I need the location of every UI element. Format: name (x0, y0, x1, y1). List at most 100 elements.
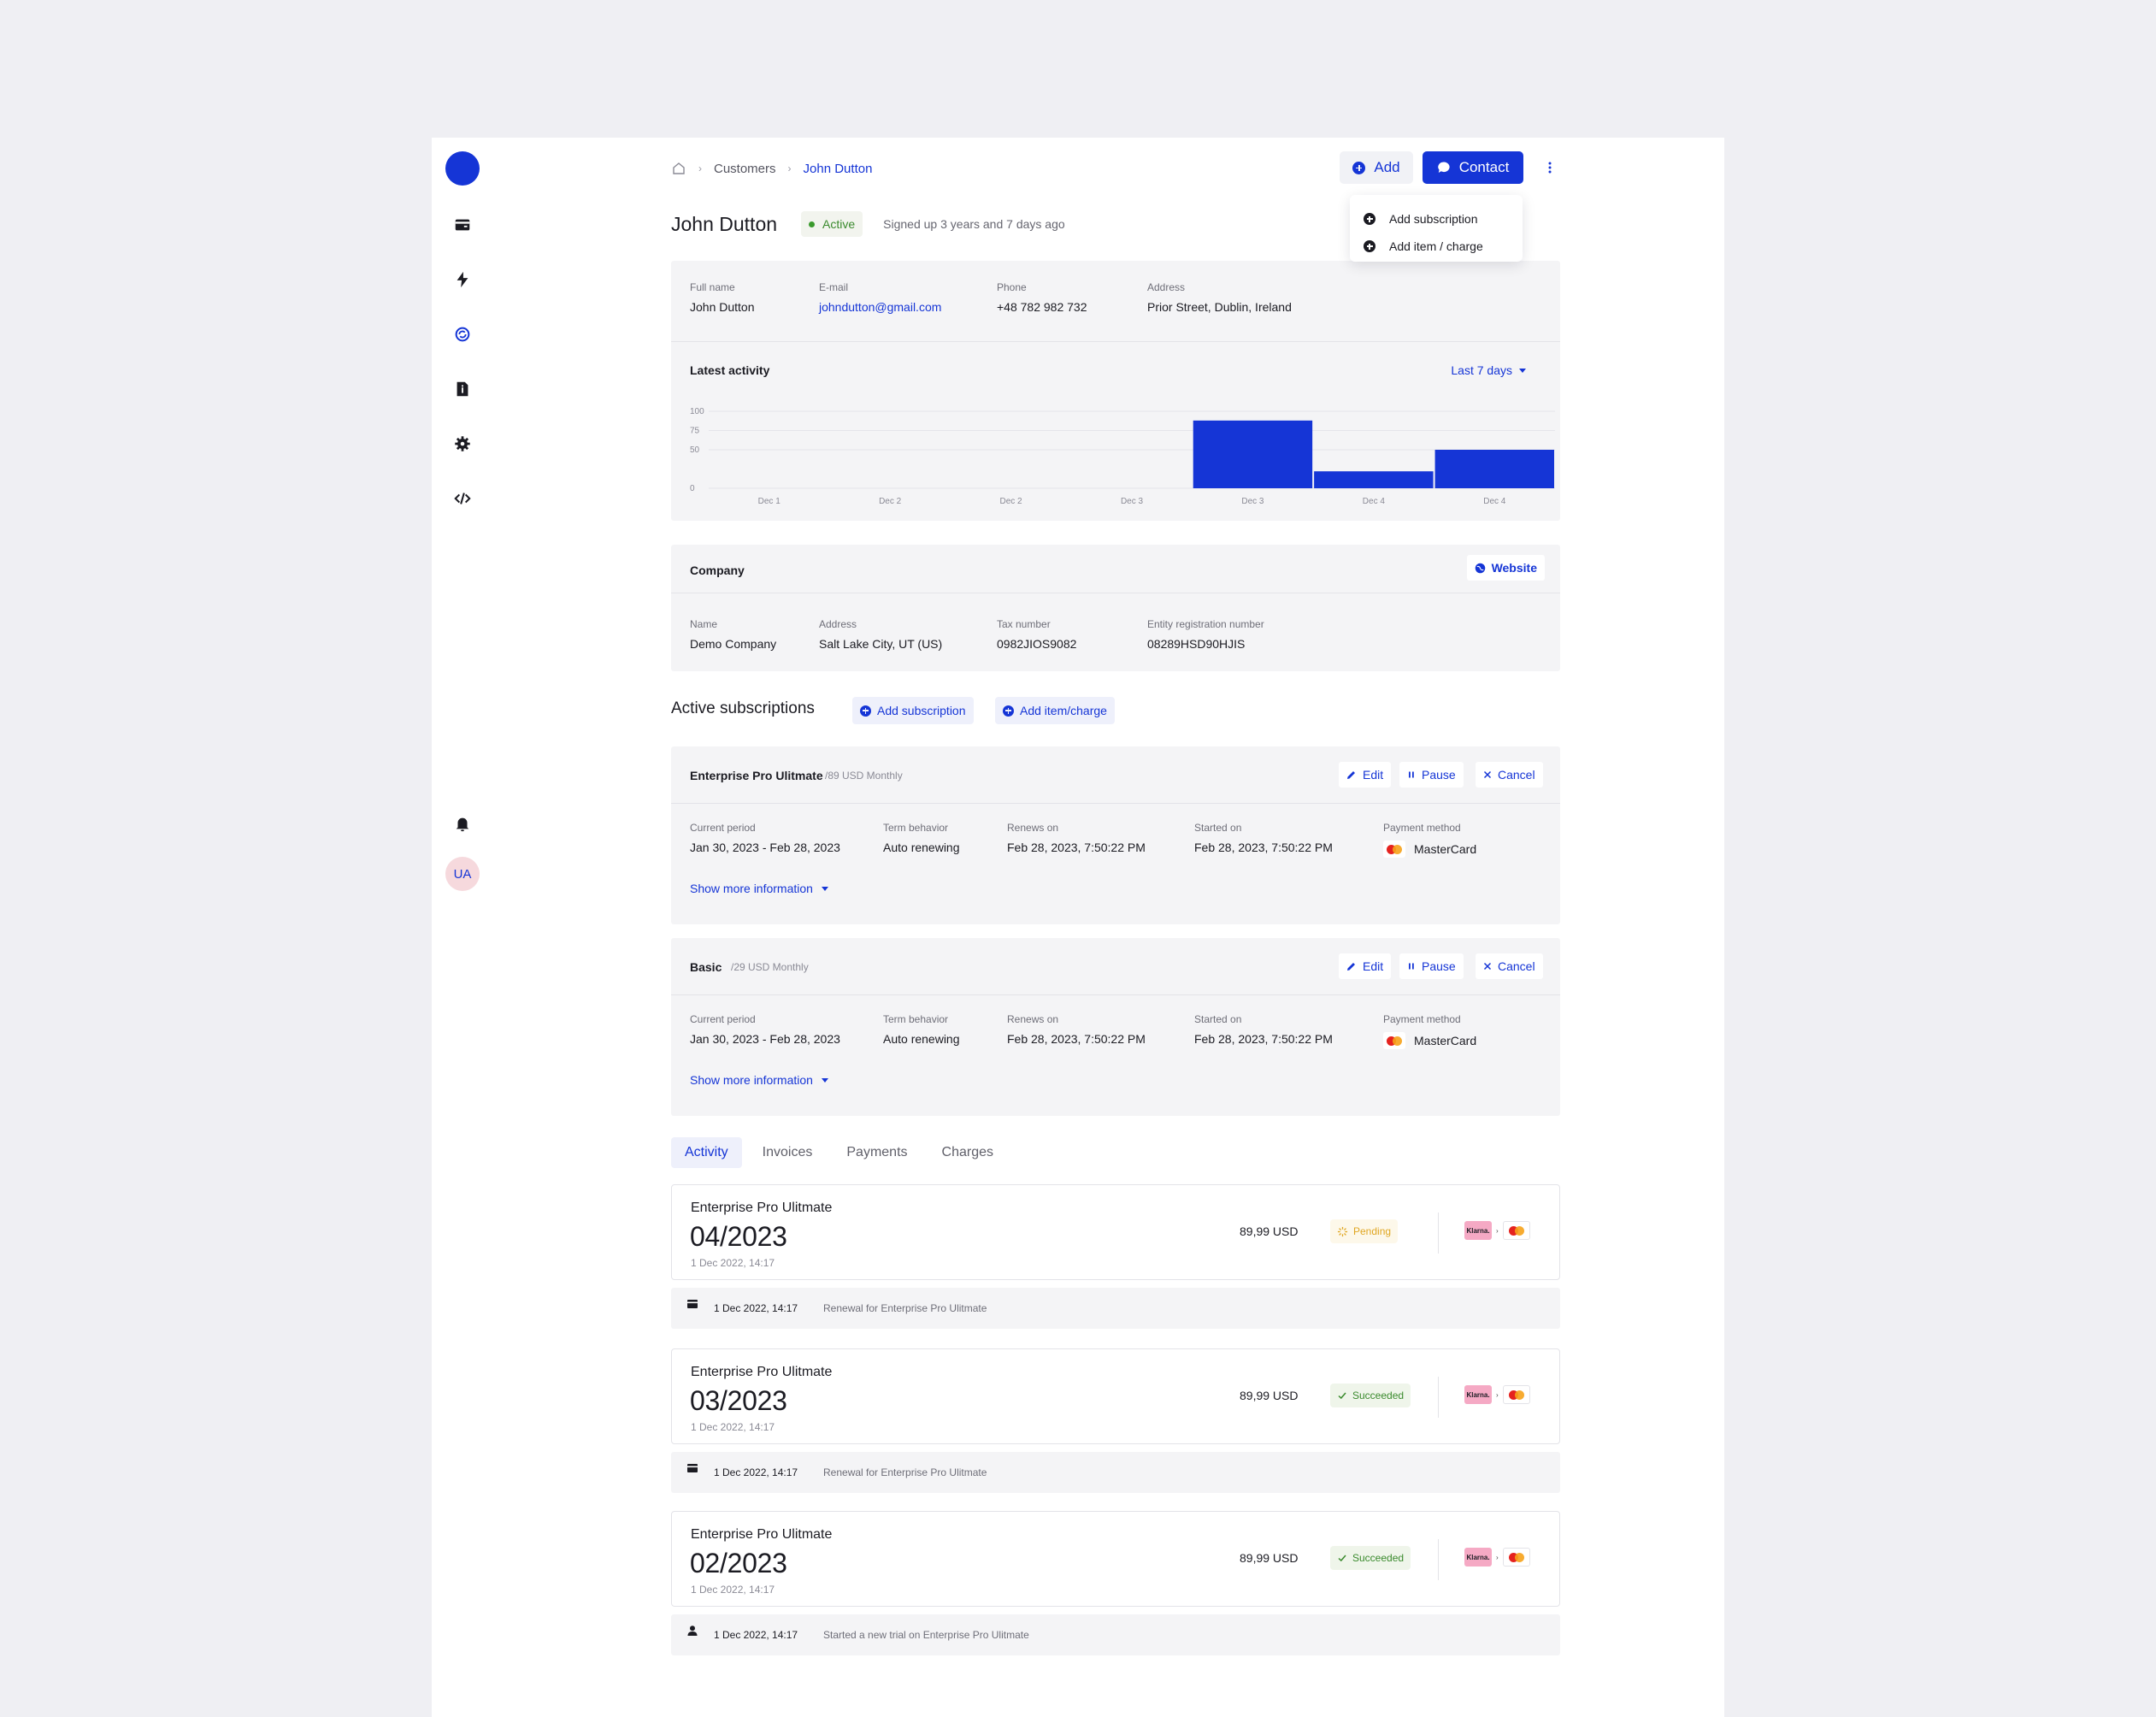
subscription-card: Enterprise Pro Ulitmate /89 USD Monthly … (671, 746, 1560, 924)
event-row: 1 Dec 2022, 14:17 Renewal for Enterprise… (671, 1288, 1560, 1329)
tab-invoices[interactable]: Invoices (749, 1137, 827, 1168)
field-payment-method: Payment method MasterCard (1383, 822, 1477, 858)
menu-item-add-subscription[interactable]: Add subscription (1364, 205, 1509, 233)
plus-circle-icon (1352, 161, 1366, 174)
field-renews-on: Renews on Feb 28, 2023, 7:50:22 PM (1007, 822, 1146, 854)
activity-date: 1 Dec 2022, 14:17 (691, 1257, 775, 1269)
x-tick-label: Dec 4 (1483, 497, 1506, 506)
card-icon (687, 1300, 698, 1308)
y-tick-label: 75 (690, 427, 700, 436)
email-link[interactable]: johndutton@gmail.com (819, 300, 941, 314)
activity-card[interactable]: Enterprise Pro Ulitmate 04/2023 1 Dec 20… (671, 1184, 1560, 1280)
tab-charges[interactable]: Charges (928, 1137, 1007, 1168)
field-started-on: Started on Feb 28, 2023, 7:50:22 PM (1194, 822, 1333, 854)
arrow-right-icon: › (1496, 1553, 1499, 1561)
field-address: Address Prior Street, Dublin, Ireland (1147, 281, 1292, 314)
home-icon[interactable] (671, 161, 686, 176)
plus-circle-icon (860, 705, 871, 717)
plus-circle-icon (1364, 213, 1375, 225)
page-title: John Dutton (671, 212, 778, 235)
payment-flow: Klarna. › (1464, 1548, 1530, 1567)
activity-card[interactable]: Enterprise Pro Ulitmate 02/2023 1 Dec 20… (671, 1511, 1560, 1607)
x-tick-label: Dec 3 (1121, 497, 1144, 506)
active-subscriptions-title: Active subscriptions (671, 699, 815, 717)
x-tick-label: Dec 1 (758, 497, 781, 506)
cancel-button[interactable]: Cancel (1476, 762, 1543, 788)
klarna-logo: Klarna. (1464, 1221, 1492, 1240)
gear-icon[interactable] (447, 428, 478, 459)
x-tick-label: Dec 4 (1363, 497, 1386, 506)
field-full-name: Full name John Dutton (690, 281, 755, 314)
activity-title: Enterprise Pro Ulitmate (691, 1201, 833, 1215)
activity-period: 02/2023 (690, 1548, 787, 1578)
app-page: UA › Customers › John Dutton Add Contact (432, 138, 1724, 1717)
customer-info-card: Full name John Dutton E-mail johndutton@… (671, 261, 1560, 521)
y-tick-label: 50 (690, 445, 700, 455)
activity-tabs: Activity Invoices Payments Charges (671, 1137, 1007, 1168)
tab-payments[interactable]: Payments (833, 1137, 921, 1168)
add-button[interactable]: Add (1340, 151, 1413, 184)
mastercard-icon (1386, 1036, 1403, 1047)
breadcrumb-current[interactable]: John Dutton (804, 162, 873, 176)
top-bar: › Customers › John Dutton Add Contact (671, 151, 1560, 186)
divider (1438, 1213, 1439, 1254)
arrow-right-icon: › (1496, 1226, 1499, 1235)
logo[interactable] (445, 151, 480, 186)
contact-button[interactable]: Contact (1423, 151, 1523, 184)
activity-amount: 89,99 USD (1240, 1551, 1299, 1565)
breadcrumb-customers[interactable]: Customers (714, 162, 776, 176)
show-more-information-link[interactable]: Show more information (690, 1073, 828, 1087)
bell-icon[interactable] (447, 808, 478, 839)
status-badge: Active (801, 211, 863, 237)
more-options-icon[interactable] (1541, 151, 1558, 184)
field-term-behavior: Term behavior Auto renewing (883, 822, 960, 854)
activity-date: 1 Dec 2022, 14:17 (691, 1584, 775, 1596)
field-phone: Phone +48 782 982 732 (997, 281, 1087, 314)
company-card: Company Website Name Demo Company Addres… (671, 545, 1560, 671)
sidebar: UA (432, 138, 493, 1717)
field-company-address: Address Salt Lake City, UT (US) (819, 618, 943, 651)
add-item-charge-button[interactable]: Add item/charge (995, 697, 1115, 724)
payment-flow: Klarna. › (1464, 1385, 1530, 1404)
edit-button[interactable]: Edit (1339, 953, 1392, 979)
event-row: 1 Dec 2022, 14:17 Renewal for Enterprise… (671, 1452, 1560, 1493)
add-subscription-button[interactable]: Add subscription (852, 697, 974, 724)
activity-card[interactable]: Enterprise Pro Ulitmate 03/2023 1 Dec 20… (671, 1348, 1560, 1444)
tab-activity[interactable]: Activity (671, 1137, 742, 1168)
bolt-icon[interactable] (447, 264, 478, 295)
website-button[interactable]: Website (1466, 555, 1545, 581)
pause-button[interactable]: Pause (1399, 953, 1464, 979)
code-icon[interactable] (447, 483, 478, 514)
add-dropdown-menu: Add subscription Add item / charge (1350, 195, 1523, 262)
y-tick-label: 100 (690, 407, 704, 416)
avatar[interactable]: UA (445, 857, 480, 891)
subscription-name: Enterprise Pro Ulitmate (690, 769, 823, 782)
activity-title: Enterprise Pro Ulitmate (691, 1365, 833, 1379)
activity-title: Enterprise Pro Ulitmate (691, 1527, 833, 1542)
spinner-icon (1337, 1226, 1348, 1236)
field-renews-on: Renews on Feb 28, 2023, 7:50:22 PM (1007, 1013, 1146, 1046)
pause-icon (1409, 963, 1414, 970)
cancel-button[interactable]: Cancel (1476, 953, 1543, 979)
subscriptions-icon[interactable] (447, 319, 478, 350)
status-badge: Succeeded (1330, 1546, 1411, 1570)
check-icon (1338, 1392, 1346, 1400)
payment-flow: Klarna. › (1464, 1221, 1530, 1240)
field-tax-number: Tax number 0982JIOS9082 (997, 618, 1077, 651)
plus-circle-icon (1003, 705, 1014, 717)
edit-button[interactable]: Edit (1339, 762, 1392, 788)
chart-title: Latest activity (690, 363, 770, 377)
close-icon (1483, 962, 1492, 971)
wallet-icon[interactable] (447, 209, 478, 240)
menu-item-add-item-charge[interactable]: Add item / charge (1364, 233, 1509, 260)
pencil-icon (1347, 963, 1355, 971)
chart-bar (1314, 471, 1434, 488)
range-select[interactable]: Last 7 days (1451, 363, 1526, 377)
document-icon[interactable] (447, 374, 478, 404)
pause-button[interactable]: Pause (1399, 762, 1464, 788)
show-more-information-link[interactable]: Show more information (690, 882, 828, 895)
x-tick-label: Dec 2 (879, 497, 902, 506)
caret-down-icon (821, 886, 828, 891)
klarna-logo: Klarna. (1464, 1548, 1492, 1567)
globe-icon (1475, 563, 1485, 573)
